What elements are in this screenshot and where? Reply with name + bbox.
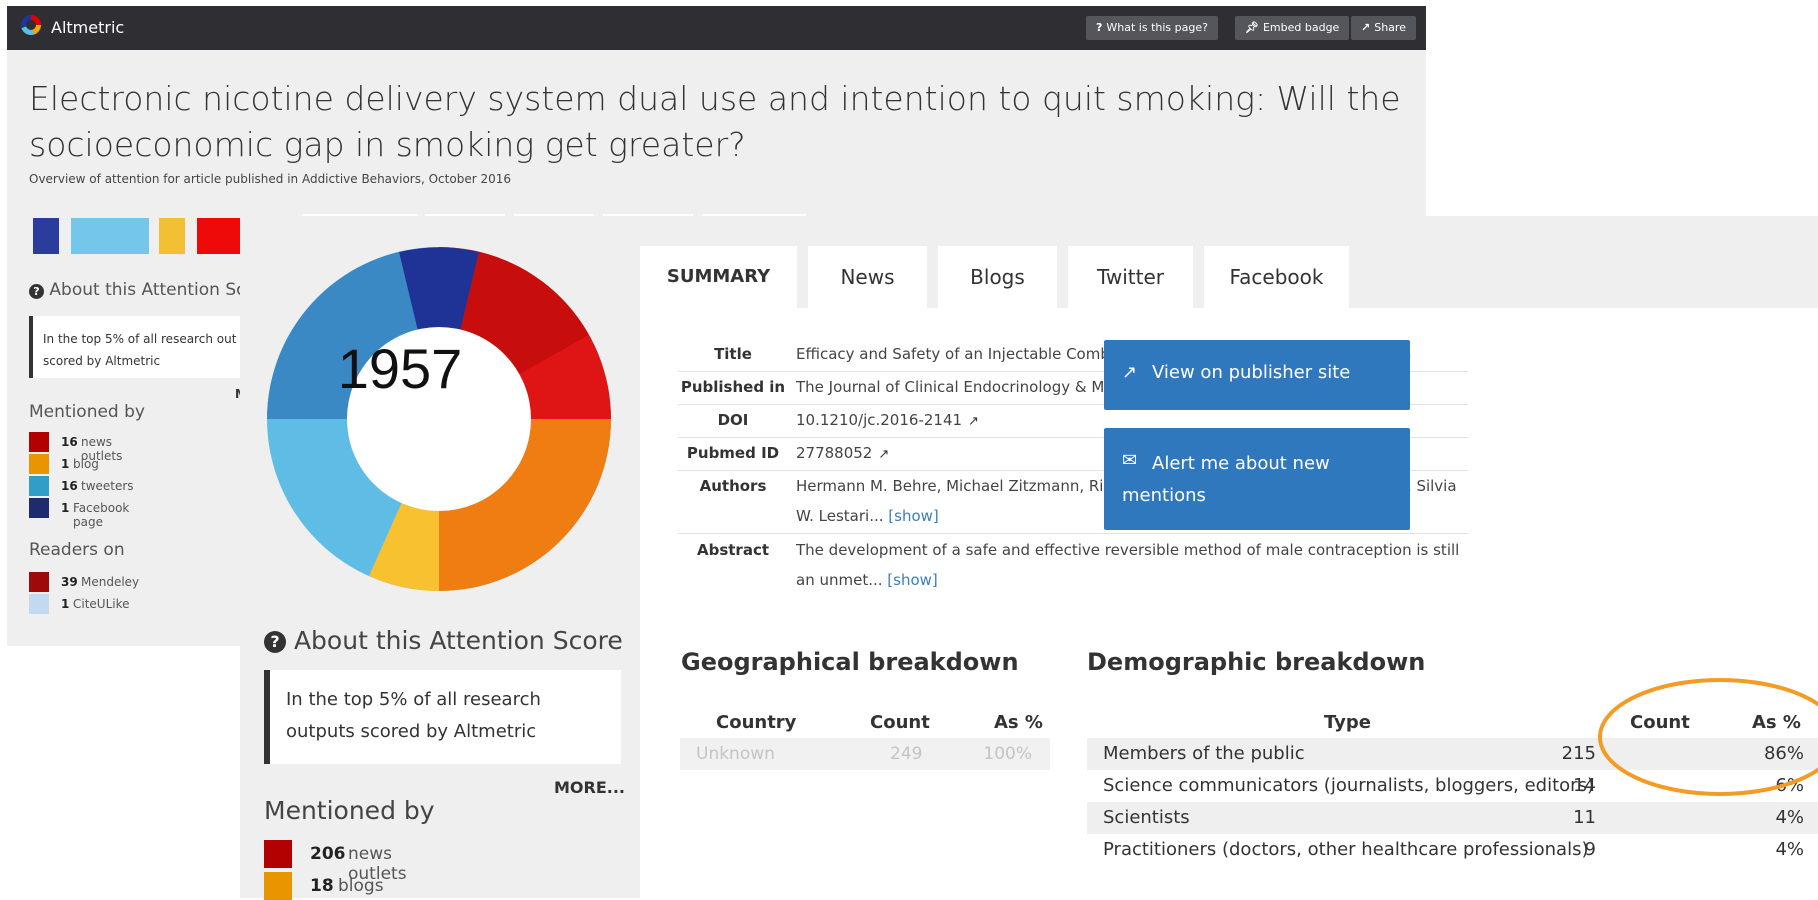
swatch: [29, 454, 49, 474]
swatch: [29, 476, 49, 496]
mentioned-by-heading-large: Mentioned by: [264, 796, 435, 825]
page-title: Electronic nicotine delivery system dual…: [29, 79, 1401, 164]
demo-row: Practitioners (doctors, other healthcare…: [1103, 839, 1804, 860]
external-link-icon[interactable]: ↗: [968, 414, 979, 429]
demo-header-pct: As %: [1752, 712, 1801, 733]
view-on-publisher-button[interactable]: ↗ View on publisher site: [1104, 340, 1410, 410]
badge-square-twitter: [71, 218, 149, 254]
question-icon: ?: [1096, 21, 1103, 34]
share-icon: ↗: [1361, 21, 1371, 34]
swatch: [264, 840, 292, 868]
swatch: [29, 594, 49, 614]
tab-summary[interactable]: SUMMARY: [640, 246, 797, 308]
demo-header-count: Count: [1630, 712, 1690, 733]
tab-strip: SUMMARY News Blogs Twitter Facebook: [640, 216, 1818, 308]
demo-row: Science communicators (journalists, blog…: [1103, 775, 1804, 796]
badge-square-facebook: [33, 218, 59, 254]
more-link-large[interactable]: MORE...: [554, 778, 625, 797]
mentioned-by-heading: Mentioned by: [29, 402, 145, 422]
geo-header-country: Country: [716, 712, 797, 733]
about-score-box-large: In the top 5% of all research outputs sc…: [264, 670, 621, 764]
swatch: [29, 432, 49, 452]
about-score-text-large: In the top 5% of all research outputs sc…: [286, 689, 541, 742]
geographical-breakdown-title: Geographical breakdown: [681, 648, 1019, 676]
tab-news[interactable]: News: [808, 246, 927, 308]
about-score-box: In the top 5% of all research out scored…: [29, 316, 245, 378]
about-score-text: In the top 5% of all research out scored…: [43, 332, 237, 368]
external-link-icon: ↗: [1122, 362, 1138, 383]
embed-badge-button[interactable]: 📌︎ Embed badge: [1235, 16, 1350, 40]
brand-name: Altmetric: [51, 18, 125, 37]
doi-link[interactable]: 10.1210/jc.2016-2141: [796, 411, 962, 429]
altmetric-logo-icon: [21, 15, 41, 35]
readers-on-heading: Readers on: [29, 540, 125, 560]
show-abstract-link[interactable]: [show]: [887, 571, 937, 589]
question-circle-icon: ?: [264, 631, 286, 653]
badge-square-blog: [159, 218, 185, 254]
geo-header-count: Count: [870, 712, 930, 733]
share-button[interactable]: ↗ Share: [1351, 16, 1416, 40]
demo-row: Members of the public 215 86%: [1087, 738, 1818, 770]
what-is-this-page-button[interactable]: ? What is this page?: [1086, 16, 1218, 40]
altmetric-donut: 1957: [267, 247, 611, 591]
pin-icon: 📌︎: [1245, 21, 1259, 34]
swatch: [29, 498, 49, 518]
about-score-heading-large: ? About this Attention Score: [264, 626, 623, 655]
geo-header-pct: As %: [994, 712, 1043, 733]
tab-facebook[interactable]: Facebook: [1204, 246, 1349, 308]
demo-header-type: Type: [1324, 712, 1371, 733]
about-score-heading: ? About this Attention Sc: [29, 280, 246, 300]
show-authors-link[interactable]: [show]: [888, 507, 938, 525]
external-link-icon[interactable]: ↗: [878, 447, 889, 462]
attention-score: 1957: [338, 337, 463, 400]
demographic-breakdown-title: Demographic breakdown: [1087, 648, 1426, 676]
alert-me-button[interactable]: ✉ Alert me about new mentions: [1104, 428, 1410, 530]
swatch: [264, 872, 292, 900]
demo-row: Scientists 11 4%: [1087, 802, 1818, 834]
tab-twitter[interactable]: Twitter: [1068, 246, 1193, 308]
question-circle-icon: ?: [29, 284, 44, 299]
top-bar: Altmetric ? What is this page? 📌︎ Embed ba…: [7, 6, 1426, 50]
pubmed-link[interactable]: 27788052: [796, 444, 872, 462]
tab-blogs[interactable]: Blogs: [938, 246, 1057, 308]
swatch: [29, 572, 49, 592]
page-subtitle: Overview of attention for article publis…: [29, 172, 511, 186]
badge-square-news: [197, 218, 243, 254]
geo-row: Unknown 249 100%: [680, 738, 1050, 770]
meta-abstract-row: Abstract The development of a safe and e…: [696, 541, 1460, 589]
